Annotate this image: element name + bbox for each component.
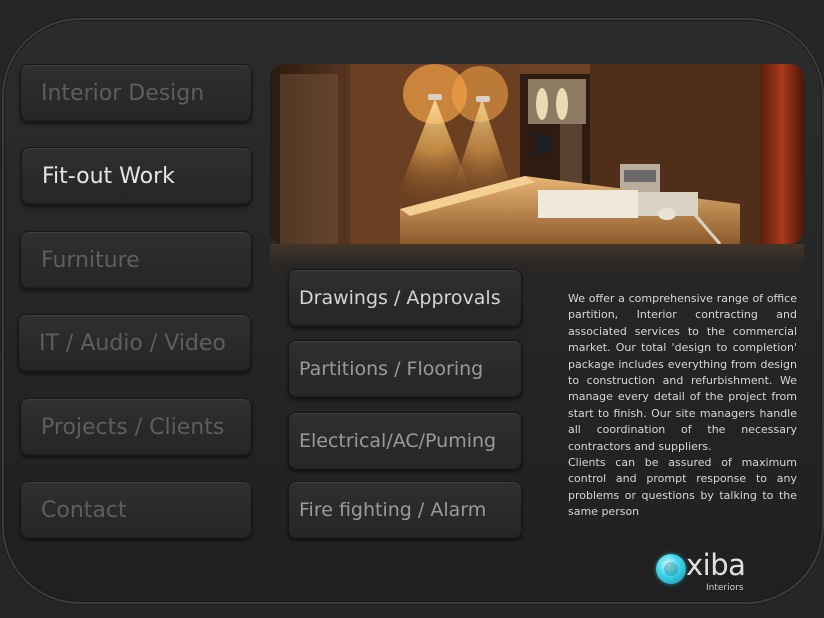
logo-o-icon (656, 554, 686, 584)
hero-photo (270, 64, 804, 244)
service-electrical-ac-pluming[interactable]: Electrical/AC/Puming (288, 412, 522, 470)
service-fire-fighting-alarm[interactable]: Fire fighting / Alarm (288, 481, 522, 539)
oxiba-logo[interactable]: xiba Interiors (656, 548, 756, 598)
nav-contact[interactable]: Contact (20, 481, 252, 539)
logo-word: xiba (686, 548, 746, 582)
nav-it-audio-video[interactable]: IT / Audio / Video (18, 314, 251, 372)
nav-fit-out-work[interactable]: Fit-out Work (21, 147, 252, 205)
service-partitions-flooring[interactable]: Partitions / Flooring (288, 340, 522, 398)
service-drawings-approvals[interactable]: Drawings / Approvals (288, 269, 522, 327)
fit-out-description: We offer a comprehensive range of office… (568, 292, 797, 519)
logo-subtitle: Interiors (706, 583, 744, 593)
nav-projects-clients[interactable]: Projects / Clients (20, 398, 252, 456)
nav-interior-design[interactable]: Interior Design (20, 64, 252, 122)
nav-furniture[interactable]: Furniture (20, 231, 252, 289)
